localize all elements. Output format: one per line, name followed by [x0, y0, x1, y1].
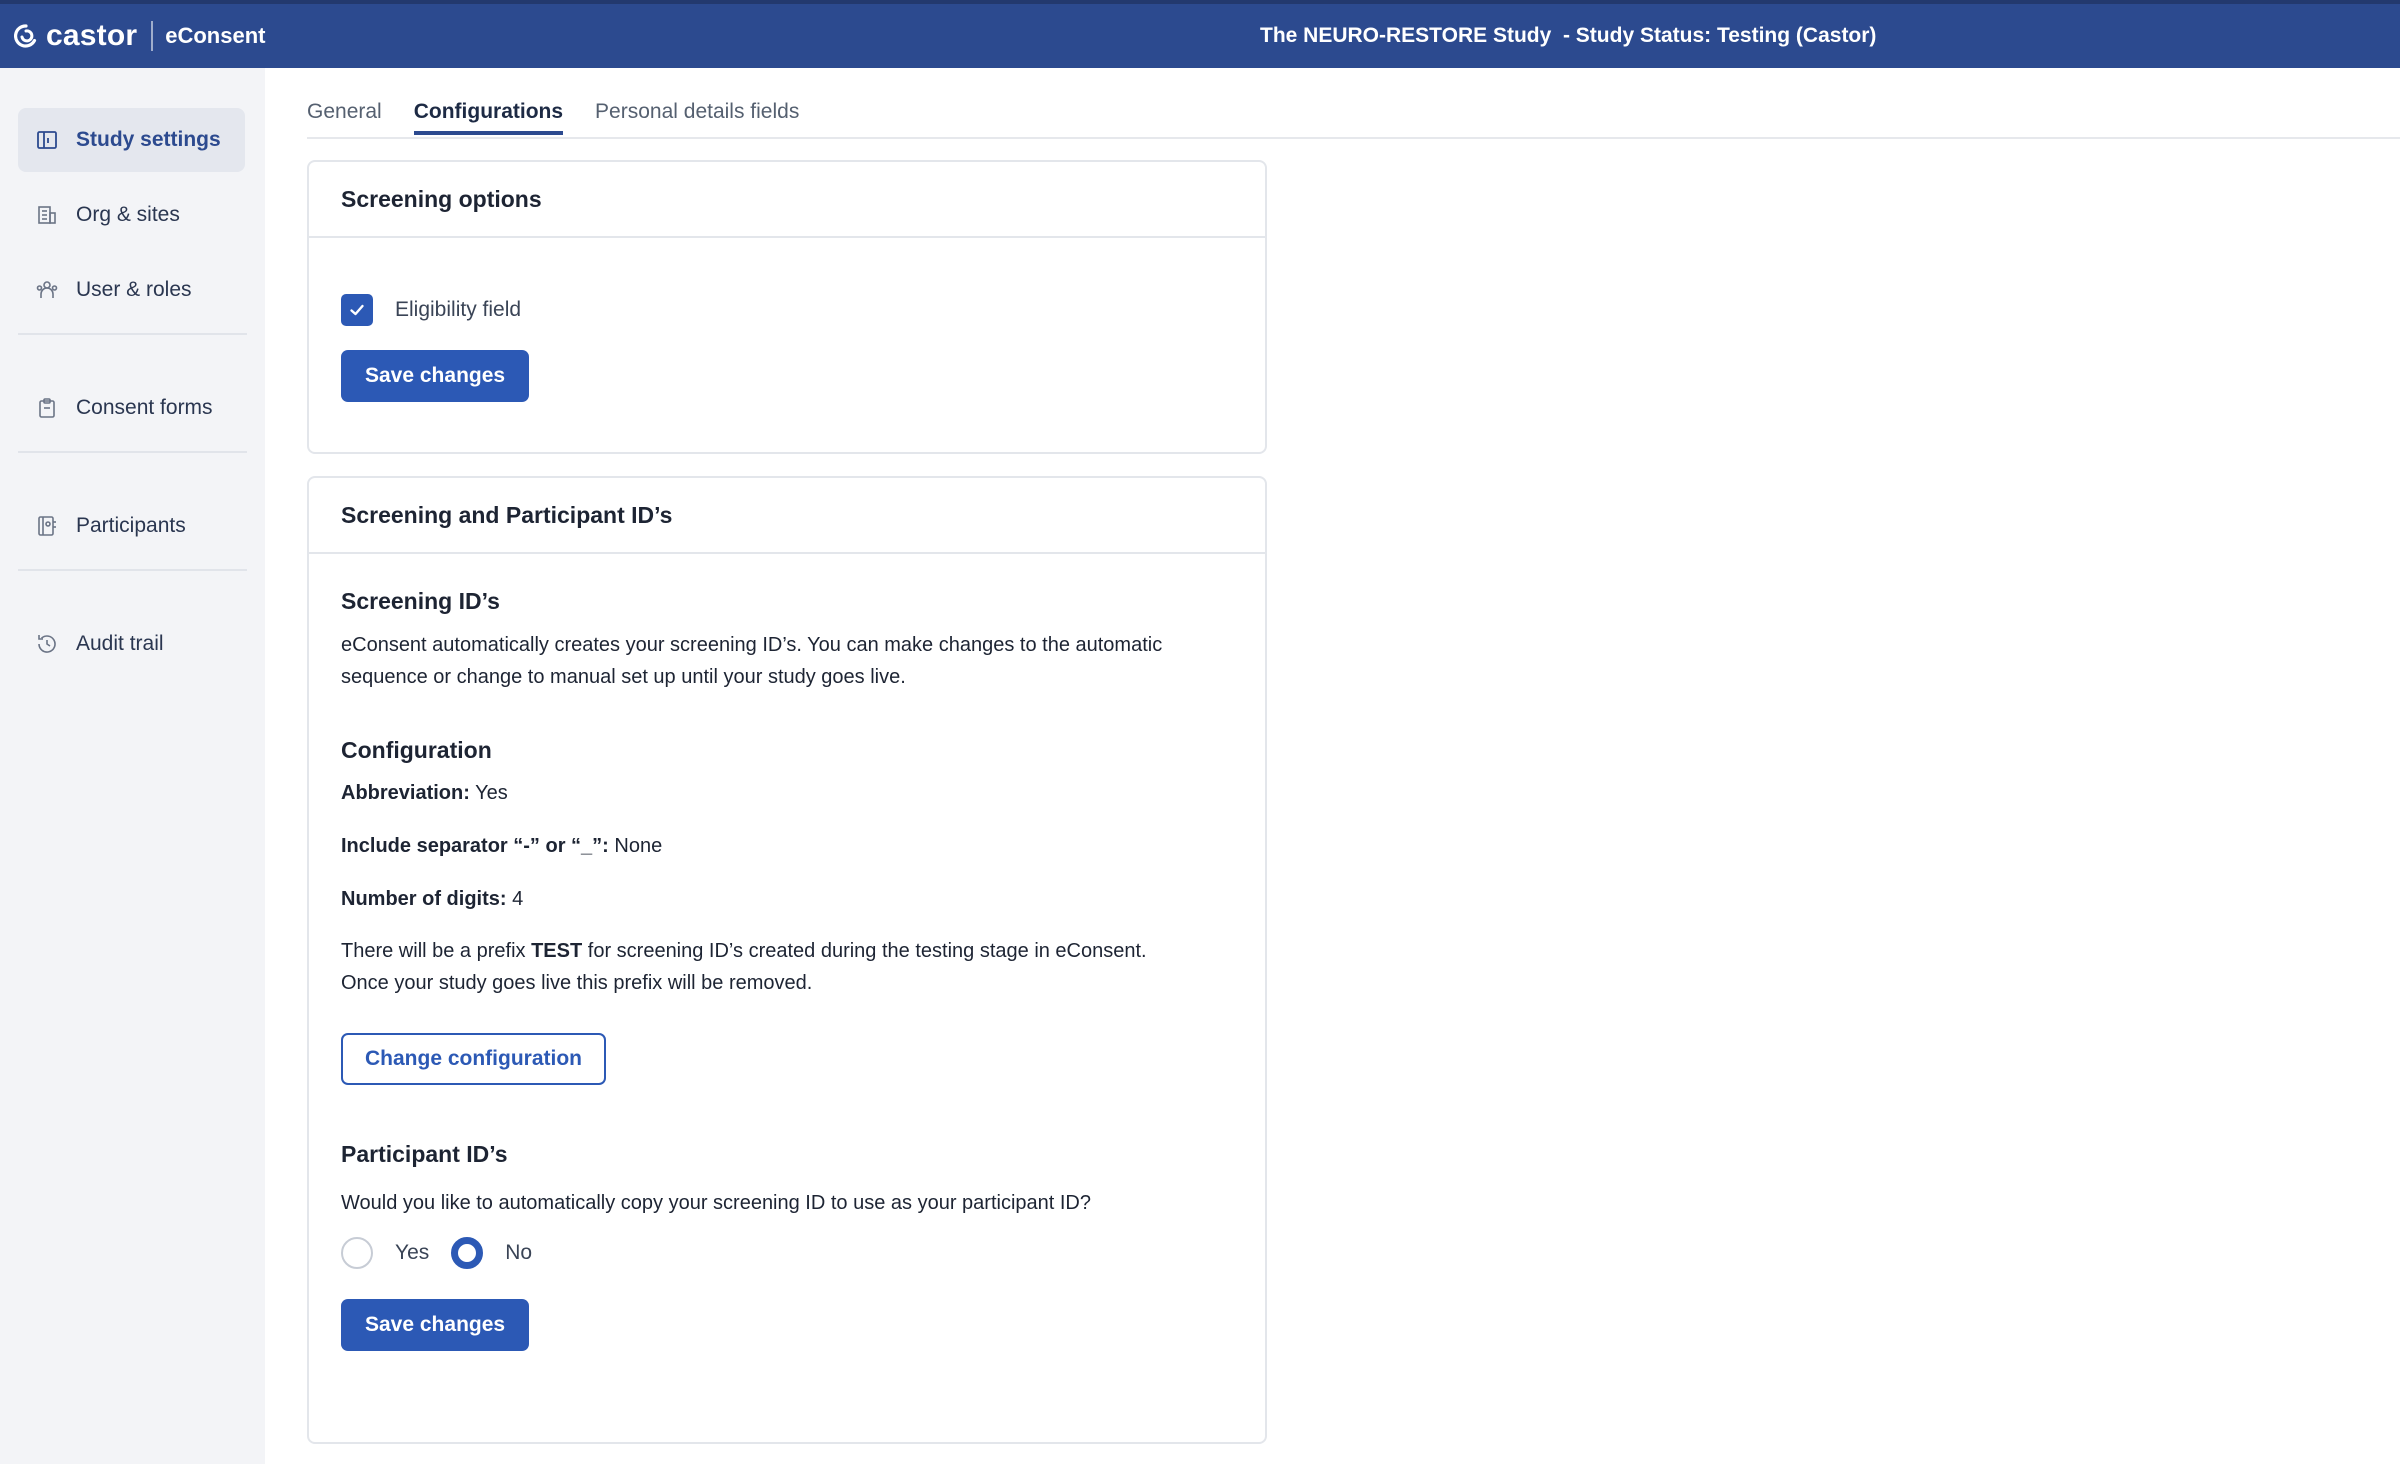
screening-participant-ids-card: Screening and Participant ID’s Screening… — [307, 476, 1267, 1444]
product-name: eConsent — [165, 23, 266, 48]
study-title: The NEURO-RESTORE Study - Study Status: … — [1260, 24, 1877, 47]
sidebar-item-label: Participants — [76, 514, 186, 537]
eligibility-label: Eligibility field — [395, 298, 522, 321]
participants-icon — [34, 513, 60, 539]
sidebar-divider — [18, 569, 247, 571]
sidebar-item-org-sites[interactable]: Org & sites — [18, 183, 245, 247]
copy-id-radio-group: Yes No — [341, 1237, 1233, 1269]
brand[interactable]: castor eConsent — [0, 4, 266, 68]
sidebar-item-consent-forms[interactable]: Consent forms — [18, 376, 245, 440]
building-icon — [34, 202, 60, 228]
description-line: sequence or change to manual set up unti… — [341, 666, 906, 688]
castor-logo-icon — [14, 24, 37, 48]
prefix-text: Once your study goes live this prefix wi… — [341, 972, 813, 994]
save-changes-button[interactable]: Save changes — [341, 350, 530, 402]
sidebar-divider — [18, 333, 247, 335]
abbreviation-setting: Abbreviation: Yes — [341, 782, 1233, 805]
tab-personal-details-fields[interactable]: Personal details fields — [595, 100, 799, 135]
sidebar-item-label: Org & sites — [76, 203, 180, 226]
card-title: Screening and Participant ID’s — [309, 478, 1265, 554]
participant-ids-heading: Participant ID’s — [341, 1141, 508, 1167]
study-settings-icon — [34, 127, 60, 153]
prefix-text: for screening ID’s created during the te… — [582, 940, 1147, 962]
sidebar-item-label: User & roles — [76, 278, 192, 301]
radio-no[interactable] — [451, 1237, 484, 1269]
tab-configurations[interactable]: Configurations — [413, 100, 564, 135]
check-icon — [350, 304, 364, 316]
sidebar-item-user-roles[interactable]: User & roles — [18, 258, 245, 322]
separator-setting: Include separator “-” or “_”: None — [341, 835, 1233, 858]
radio-no-label: No — [505, 1241, 533, 1264]
save-changes-button[interactable]: Save changes — [341, 1299, 530, 1351]
setting-label: Include separator “-” or “_”: — [341, 835, 609, 857]
sidebar-item-study-settings[interactable]: Study settings — [18, 108, 245, 172]
sidebar-item-participants[interactable]: Participants — [18, 494, 245, 558]
sidebar-item-label: Study settings — [76, 128, 221, 151]
participant-question: Would you like to automatically copy you… — [341, 1192, 1091, 1214]
tab-general[interactable]: General — [307, 100, 382, 135]
brand-name: castor — [46, 19, 138, 52]
sidebar: Study settings Org & sites User & roles — [0, 68, 265, 1464]
users-icon — [34, 277, 60, 303]
prefix-note: There will be a prefix TEST for screenin… — [341, 935, 1233, 999]
screening-options-card: Screening options Eligibility field Save… — [307, 160, 1267, 454]
settings-tabs: General Configurations Personal details … — [307, 100, 799, 135]
prefix-value: TEST — [531, 940, 583, 962]
digits-setting: Number of digits: 4 — [341, 888, 1233, 911]
brand-divider — [151, 21, 154, 51]
sidebar-item-label: Audit trail — [76, 632, 164, 655]
prefix-text: There will be a prefix — [341, 940, 532, 962]
setting-value: 4 — [512, 888, 524, 910]
history-icon — [34, 631, 60, 657]
description-line: eConsent automatically creates your scre… — [341, 634, 1163, 656]
sidebar-item-label: Consent forms — [76, 396, 213, 419]
sidebar-item-audit-trail[interactable]: Audit trail — [18, 612, 245, 676]
change-configuration-button[interactable]: Change configuration — [341, 1033, 606, 1085]
top-bar: castor eConsent The NEURO-RESTORE Study … — [0, 0, 2400, 68]
radio-yes[interactable] — [341, 1237, 373, 1269]
eligibility-checkbox[interactable] — [341, 294, 373, 326]
tabs-divider — [307, 137, 2400, 139]
card-title: Screening options — [309, 162, 1265, 238]
sidebar-divider — [18, 451, 247, 453]
setting-label: Number of digits: — [341, 888, 507, 910]
radio-yes-label: Yes — [395, 1241, 430, 1264]
screening-ids-heading: Screening ID’s — [341, 588, 500, 614]
screening-ids-description: eConsent automatically creates your scre… — [341, 629, 1233, 693]
clipboard-icon — [34, 395, 60, 421]
setting-label: Abbreviation: — [341, 782, 470, 804]
setting-value: None — [614, 835, 663, 857]
configuration-heading: Configuration — [341, 737, 492, 763]
setting-value: Yes — [475, 782, 508, 804]
